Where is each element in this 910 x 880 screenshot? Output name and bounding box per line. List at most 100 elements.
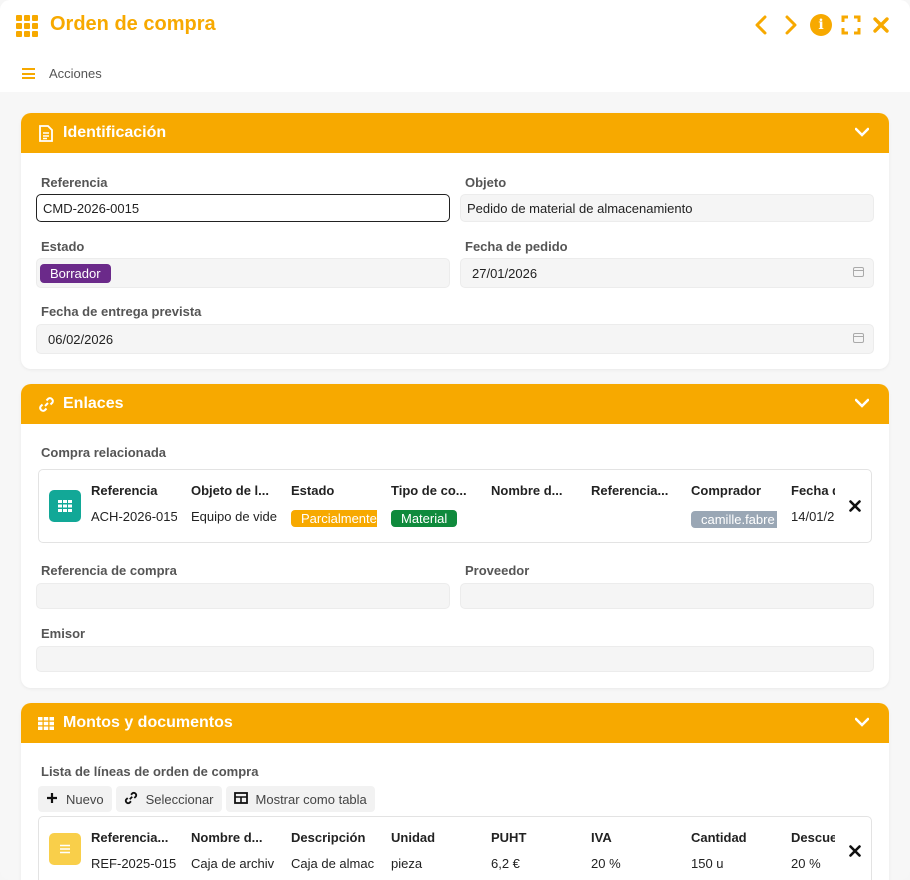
info-icon[interactable]: i [810, 14, 832, 36]
object-value: Pedido de material de almacenamiento [467, 200, 693, 216]
status-field[interactable]: Borrador [36, 258, 450, 288]
order-date-field[interactable]: 27/01/2026 [460, 258, 874, 288]
delivery-date-value: 06/02/2026 [48, 331, 114, 347]
identification-title: Identificación [63, 124, 167, 141]
order-date-value: 27/01/2026 [472, 265, 538, 281]
window-actions: i [750, 14, 892, 36]
issuer-field[interactable] [36, 646, 874, 672]
new-button-label: Nuevo [66, 791, 104, 807]
column-header: Objeto de l... [191, 483, 270, 498]
object-field[interactable]: Pedido de material de almacenamiento [460, 194, 874, 222]
calendar-icon[interactable] [853, 333, 864, 343]
cell-buyer: camille.fabre [691, 511, 777, 528]
column-header: Descue [791, 830, 835, 845]
status-badge: Borrador [40, 263, 111, 283]
order-lines-toolbar: Nuevo Seleccionar Mostrar como tabla [38, 786, 375, 812]
expand-icon[interactable] [840, 14, 862, 36]
order-date-label: Fecha de pedido [465, 239, 568, 254]
cell-reference: ACH-2026-015 [91, 509, 177, 524]
select-button[interactable]: Seleccionar [115, 786, 222, 812]
links-panel-header[interactable]: Enlaces [21, 384, 889, 424]
object-label: Objeto [465, 175, 507, 190]
cell-type: Material [391, 510, 481, 527]
column-header: IVA [591, 830, 612, 845]
link-icon [124, 791, 138, 808]
actions-label: Acciones [49, 66, 102, 81]
supplier-label: Proveedor [465, 563, 530, 578]
status-badge: Parcialmente [291, 510, 377, 527]
related-purchase-card[interactable]: Referencia Objeto de l... Estado Tipo de… [38, 469, 872, 543]
column-header: Referencia... [591, 483, 669, 498]
remove-link-icon[interactable] [849, 496, 861, 517]
order-line-card[interactable]: Referencia... Nombre d... Descripción Un… [38, 816, 872, 880]
chevron-down-icon[interactable] [854, 714, 870, 730]
column-header: Referencia... [91, 830, 169, 845]
list-icon [49, 833, 81, 865]
show-as-table-label: Mostrar como tabla [255, 791, 367, 807]
amounts-title: Montos y documentos [63, 714, 233, 731]
buyer-badge: camille.fabre [691, 511, 777, 528]
purchase-order-window: Orden de compra i Acciones Identificació… [0, 0, 910, 880]
chevron-left-icon[interactable] [750, 14, 772, 36]
column-header: Unidad [391, 830, 436, 845]
document-icon [35, 124, 57, 142]
hamburger-icon [22, 68, 35, 79]
order-lines-label: Lista de líneas de orden de compra [41, 764, 259, 779]
grid-icon[interactable] [16, 15, 40, 37]
cell-date: 14/01/2 [791, 509, 835, 524]
column-header: Comprador [691, 483, 762, 498]
reference-field[interactable]: CMD-2026-0015 [36, 194, 450, 222]
column-header: Nombre d... [491, 483, 563, 498]
table-cell: Caja de archiv [191, 856, 275, 871]
purchase-ref-label: Referencia de compra [41, 563, 177, 578]
show-as-table-button[interactable]: Mostrar como tabla [225, 786, 375, 812]
new-button[interactable]: Nuevo [38, 786, 112, 812]
links-title: Enlaces [63, 395, 124, 412]
table-icon [233, 791, 248, 807]
plus-icon [46, 791, 58, 807]
related-purchase-label: Compra relacionada [41, 445, 166, 460]
reference-label: Referencia [41, 175, 108, 190]
table-cell: 150 u [691, 856, 724, 871]
chevron-right-icon[interactable] [780, 14, 802, 36]
column-header: Descripción [291, 830, 366, 845]
type-badge: Material [391, 510, 458, 527]
chevron-down-icon[interactable] [854, 124, 870, 140]
column-header: Tipo de co... [391, 483, 467, 498]
cell-object: Equipo de vide [191, 509, 277, 524]
remove-line-icon[interactable] [849, 841, 861, 862]
reference-value: CMD-2026-0015 [43, 200, 140, 216]
issuer-label: Emisor [41, 626, 86, 641]
page-title: Orden de compra [50, 13, 216, 35]
link-icon [35, 396, 57, 413]
amounts-panel-header[interactable]: Montos y documentos [21, 703, 889, 743]
column-header: Referencia [91, 483, 158, 498]
purchase-ref-field[interactable] [36, 583, 450, 609]
actions-menu[interactable]: Acciones [22, 66, 102, 81]
close-icon[interactable] [870, 14, 892, 36]
delivery-date-field[interactable]: 06/02/2026 [36, 324, 874, 354]
table-cell: 6,2 € [491, 856, 520, 871]
identification-panel-header[interactable]: Identificación [21, 113, 889, 153]
table-icon [49, 490, 81, 522]
identification-panel: Identificación Referencia CMD-2026-0015 … [21, 113, 889, 369]
chevron-down-icon[interactable] [854, 395, 870, 411]
column-header: Nombre d... [191, 830, 263, 845]
select-button-label: Seleccionar [145, 791, 214, 807]
table-cell: pieza [391, 856, 423, 871]
header: Orden de compra i Acciones [0, 0, 910, 92]
calendar-icon[interactable] [853, 267, 864, 277]
supplier-field[interactable] [460, 583, 874, 609]
cell-status: Parcialmente [291, 510, 377, 527]
table-cell: Caja de almac [291, 856, 375, 871]
amounts-panel: Montos y documentos Lista de líneas de o… [21, 703, 889, 880]
table-icon [35, 716, 57, 730]
table-cell: 20 % [591, 856, 621, 871]
delivery-date-label: Fecha de entrega prevista [41, 304, 202, 319]
column-header: PUHT [491, 830, 527, 845]
column-header: Estado [291, 483, 335, 498]
links-panel: Enlaces Compra relacionada Referencia Ob… [21, 384, 889, 688]
column-header: Fecha d [791, 483, 835, 498]
table-cell: 20 % [791, 856, 821, 871]
column-header: Cantidad [691, 830, 747, 845]
